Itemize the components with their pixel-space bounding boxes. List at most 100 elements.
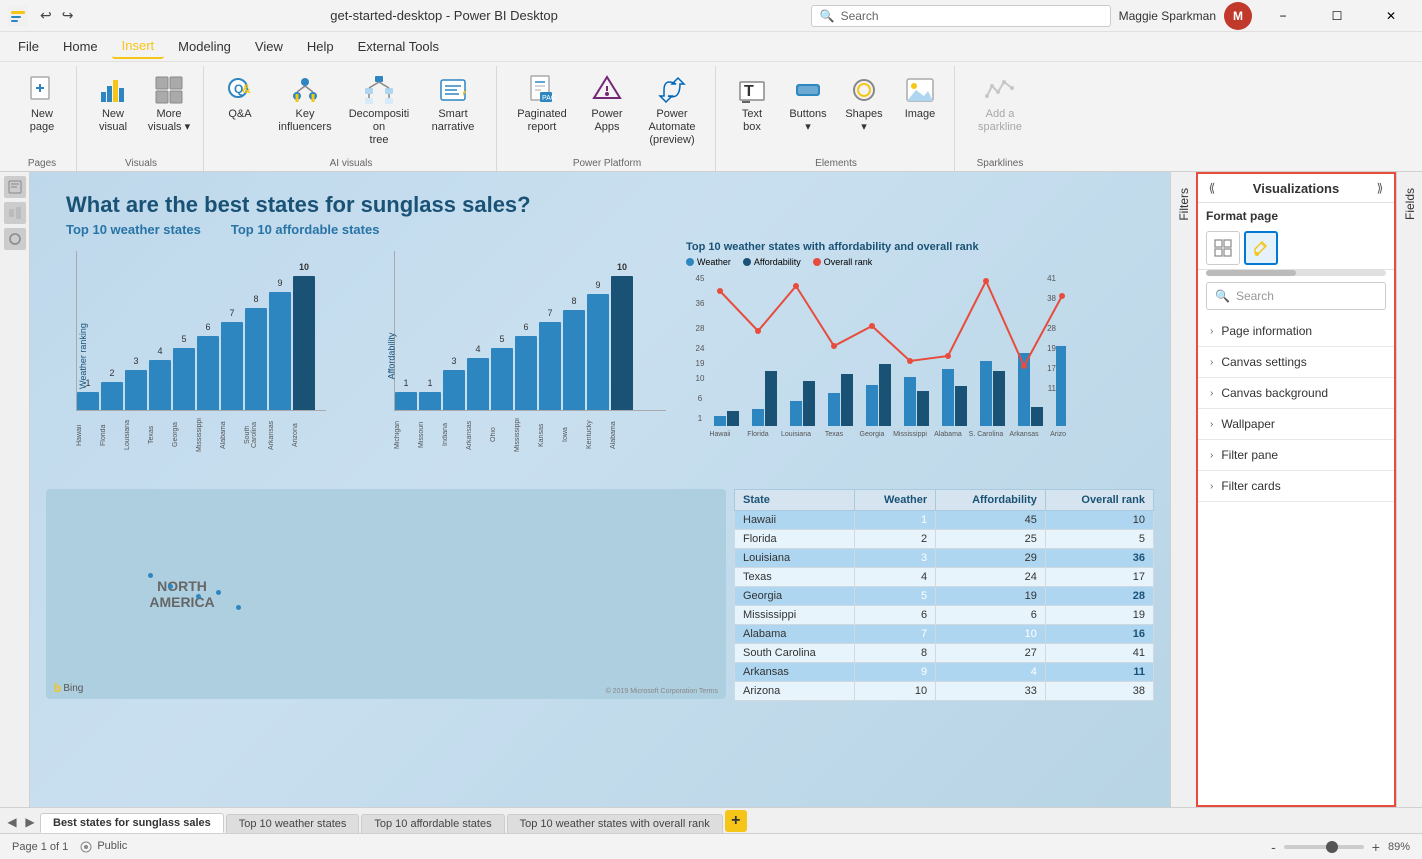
chevron-wallpaper: › — [1210, 419, 1213, 430]
ribbon-pages-items: Newpage — [16, 66, 68, 156]
ribbon-image[interactable]: Image — [894, 70, 946, 140]
format-icon-grid[interactable] — [1206, 231, 1240, 265]
menu-view[interactable]: View — [245, 35, 293, 58]
section-header-canvas-bg[interactable]: › Canvas background — [1198, 378, 1394, 408]
filters-sidebar[interactable]: Filters — [1170, 172, 1196, 807]
ribbon-text-box[interactable]: T Textbox — [726, 70, 778, 140]
menu-insert[interactable]: Insert — [112, 34, 165, 59]
bar-weather-4: 4 — [149, 360, 171, 410]
tab-best-states[interactable]: Best states for sunglass sales — [40, 813, 224, 833]
panel-section-wallpaper: › Wallpaper — [1198, 409, 1394, 440]
zoom-level: 89% — [1388, 841, 1410, 853]
cell-overall: 11 — [1045, 663, 1153, 682]
minimize-button[interactable]: − — [1260, 0, 1306, 32]
ribbon-key-influencers[interactable]: Keyinfluencers — [270, 70, 340, 140]
ribbon-new-page[interactable]: Newpage — [16, 70, 68, 140]
panel-header-row: ⟪ Visualizations ⟫ — [1198, 174, 1394, 203]
bar-afford-9: 9 — [587, 294, 609, 410]
panel-expand-arrow[interactable]: ⟫ — [1370, 178, 1390, 198]
tab-weather-states[interactable]: Top 10 weather states — [226, 814, 360, 833]
bar-weather-7: 7 — [221, 322, 243, 410]
close-button[interactable]: ✕ — [1368, 0, 1414, 32]
ribbon-new-visual[interactable]: Newvisual — [87, 70, 139, 140]
ribbon-smart-narrative[interactable]: Smartnarrative — [418, 70, 488, 140]
cell-overall: 16 — [1045, 625, 1153, 644]
menu-home[interactable]: Home — [53, 35, 108, 58]
chevron-page-info: › — [1210, 326, 1213, 337]
zoom-slider[interactable] — [1284, 845, 1364, 849]
tab-affordable-states[interactable]: Top 10 affordable states — [361, 814, 504, 833]
menu-help[interactable]: Help — [297, 35, 344, 58]
maximize-button[interactable]: ☐ — [1314, 0, 1360, 32]
x-label-10: Arizona — [292, 413, 314, 457]
tab-add-button[interactable]: + — [725, 810, 747, 832]
page-indicator: Page 1 of 1 — [12, 841, 68, 853]
table-row: Arkansas 9 4 11 — [735, 663, 1154, 682]
image-icon — [904, 74, 936, 106]
cell-state: South Carolina — [735, 644, 855, 663]
redo-button[interactable]: ↪ — [58, 5, 78, 26]
zoom-minus[interactable]: - — [1271, 839, 1276, 855]
section-header-filter-cards[interactable]: › Filter cards — [1198, 471, 1394, 501]
cell-state: Georgia — [735, 587, 855, 606]
text-box-label: Textbox — [742, 108, 762, 134]
ribbon-qa[interactable]: Q & Q&A — [214, 70, 266, 140]
ribbon-power-apps[interactable]: PowerApps — [581, 70, 633, 140]
text-box-icon: T — [736, 74, 768, 106]
chevron-canvas-bg: › — [1210, 388, 1213, 399]
user-avatar[interactable]: M — [1224, 2, 1252, 30]
bar-weather-3: 3 — [125, 370, 147, 410]
tab-overall-rank[interactable]: Top 10 weather states with overall rank — [507, 814, 723, 833]
fields-label[interactable]: Fields — [1399, 180, 1421, 228]
bar-weather-1: 1 — [77, 392, 99, 410]
svg-text:24: 24 — [696, 344, 705, 353]
table-row: Georgia 5 19 28 — [735, 587, 1154, 606]
filters-label[interactable]: Filters — [1173, 180, 1195, 229]
user-name: Maggie Sparkman — [1119, 9, 1216, 23]
section-header-wallpaper[interactable]: › Wallpaper — [1198, 409, 1394, 439]
panel-search[interactable]: 🔍 Search — [1206, 282, 1386, 310]
key-influencers-label: Keyinfluencers — [278, 108, 331, 134]
svg-text:Florida: Florida — [747, 431, 769, 438]
undo-button[interactable]: ↩ — [36, 5, 56, 26]
section-header-page-info[interactable]: › Page information — [1198, 316, 1394, 346]
ribbon-paginated-report[interactable]: PAG Paginatedreport — [507, 70, 577, 140]
chart2-title: Top 10 affordable states — [231, 222, 380, 237]
new-page-label: Newpage — [30, 108, 54, 134]
cell-affordability: 19 — [936, 587, 1046, 606]
section-header-canvas-settings[interactable]: › Canvas settings — [1198, 347, 1394, 377]
panel-collapse-arrow[interactable]: ⟪ — [1202, 178, 1222, 198]
ribbon-more-visuals[interactable]: Morevisuals ▾ — [143, 70, 195, 140]
ribbon-buttons[interactable]: Buttons ▾ — [782, 70, 834, 140]
cell-affordability: 27 — [936, 644, 1046, 663]
table-row: Louisiana 3 29 36 — [735, 549, 1154, 568]
bar-afford-10: 10 — [611, 276, 633, 410]
ribbon-shapes[interactable]: Shapes ▾ — [838, 70, 890, 140]
ribbon-ai-items: Q & Q&A — [214, 66, 488, 156]
section-header-filter-pane[interactable]: › Filter pane — [1198, 440, 1394, 470]
tab-next[interactable]: ▶ — [22, 811, 38, 833]
menu-external-tools[interactable]: External Tools — [348, 35, 449, 58]
menu-modeling[interactable]: Modeling — [168, 35, 241, 58]
svg-text:28: 28 — [1047, 324, 1056, 333]
status-left: Page 1 of 1 Public — [12, 840, 127, 852]
format-icon-paintbrush[interactable] — [1244, 231, 1278, 265]
cell-weather: 3 — [855, 549, 936, 568]
cell-overall: 5 — [1045, 530, 1153, 549]
chart3-legend: Weather Affordability Overall rank — [686, 257, 1150, 267]
menu-file[interactable]: File — [8, 35, 49, 58]
legend-overall: Overall rank — [813, 257, 873, 267]
fields-sidebar[interactable]: Fields — [1396, 172, 1422, 807]
cell-weather: 7 — [855, 625, 936, 644]
ribbon-power-automate[interactable]: Power Automate(preview) — [637, 70, 707, 152]
data-table-container: State Weather Affordability Overall rank… — [734, 489, 1154, 709]
section-label-filter-cards: Filter cards — [1221, 479, 1280, 493]
ribbon-add-sparkline[interactable]: Add asparkline — [965, 70, 1035, 140]
svg-text:19: 19 — [696, 359, 705, 368]
bar-weather-9: 9 — [269, 292, 291, 410]
tab-prev[interactable]: ◀ — [4, 811, 20, 833]
cell-state: Louisiana — [735, 549, 855, 568]
zoom-plus[interactable]: + — [1372, 839, 1380, 855]
ribbon-decomposition-tree[interactable]: Decompositiontree — [344, 70, 414, 152]
title-search[interactable]: 🔍 Search — [811, 5, 1111, 27]
